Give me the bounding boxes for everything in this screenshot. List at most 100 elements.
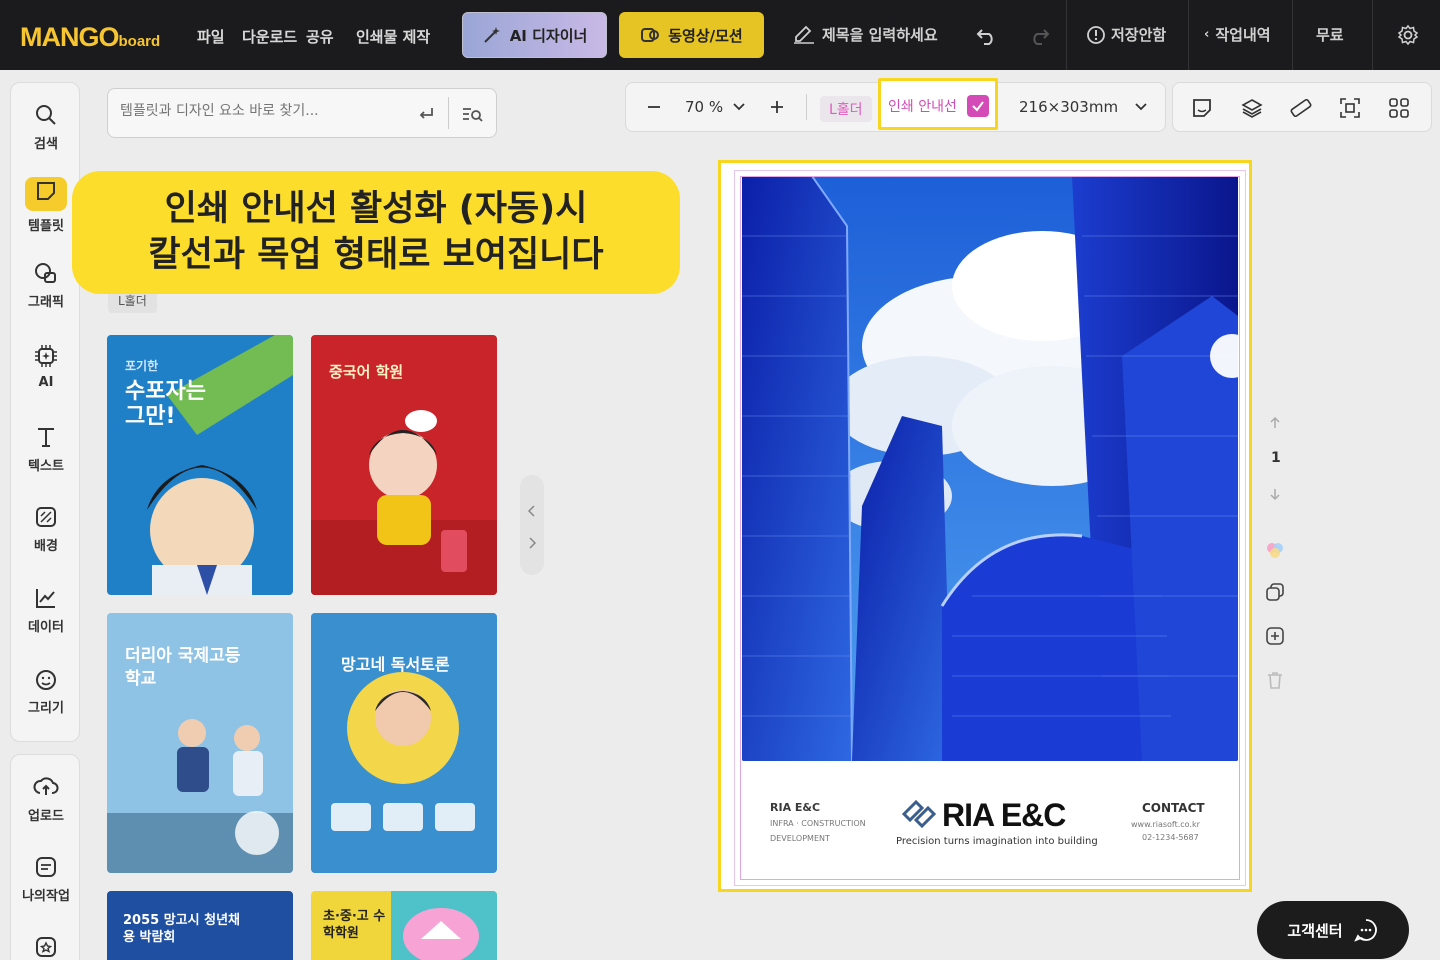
ai-designer-label: AI 디자이너: [509, 26, 588, 45]
sidebar-label: 텍스트: [28, 459, 64, 474]
chevron-down-icon[interactable]: [1134, 100, 1148, 114]
template-card[interactable]: 포기한 수포자는 그만!: [107, 335, 293, 595]
arrow-up-icon[interactable]: [1268, 416, 1282, 430]
template-title: 초·중·고 수학학원: [323, 909, 386, 941]
video-icon: [641, 28, 660, 42]
sidebar-item-background[interactable]: 배경: [11, 505, 81, 554]
template-page-icon[interactable]: [1191, 97, 1213, 119]
layers-icon[interactable]: [1241, 97, 1263, 119]
callout-line-1: 인쇄 안내선 활성화 (자동)시: [164, 189, 588, 229]
menu-download[interactable]: 다운로드: [242, 26, 297, 47]
customer-support-button[interactable]: 고객센터: [1257, 901, 1409, 959]
save-status[interactable]: 저장안함: [1087, 24, 1166, 45]
text-icon: [38, 428, 54, 447]
chevron-left-icon: ‹: [1204, 27, 1210, 42]
page-size-select[interactable]: 216×303mm: [1019, 98, 1118, 116]
title-input[interactable]: 제목을 입력하세요: [792, 24, 938, 45]
lholder-tag[interactable]: L홀더: [820, 96, 872, 122]
chart-icon: [36, 589, 55, 608]
video-motion-button[interactable]: 동영상/모션: [619, 12, 764, 58]
template-card[interactable]: 2055 망고시 청년채용 박람회: [107, 891, 293, 960]
info-circle-icon: [1087, 25, 1105, 44]
template-title: 망고네 독서토론: [341, 655, 450, 674]
top-bar: MANGOboard 파일 다운로드 공유 인쇄물 제작 AI 디자이너 동영상…: [0, 0, 1440, 70]
zoom-out-icon[interactable]: [645, 98, 663, 116]
sidebar-label: 나의작업: [22, 889, 70, 904]
sidebar-item-draw[interactable]: 그리기: [11, 667, 81, 716]
feature-callout: 인쇄 안내선 활성화 (자동)시 칼선과 목업 형태로 보여집니다: [72, 171, 680, 294]
sidebar-label: 검색: [34, 137, 58, 152]
ai-chip-icon: [35, 345, 57, 367]
panel-collapse-handle[interactable]: [520, 475, 544, 575]
left-sidebar: 검색 템플릿 그래픽 AI 텍스트 배경 데이터 그리기: [10, 82, 80, 742]
chevron-down-icon[interactable]: [732, 100, 746, 114]
template-card[interactable]: 초·중·고 수학학원: [311, 891, 497, 960]
sidebar-label: AI: [38, 375, 54, 390]
ruler-icon[interactable]: [1289, 97, 1313, 119]
duplicate-page-icon[interactable]: [1265, 582, 1285, 602]
sidebar-item-text[interactable]: 텍스트: [11, 425, 81, 474]
sidebar-item-mywork[interactable]: 나의작업: [11, 855, 81, 904]
fit-screen-icon[interactable]: [1339, 97, 1361, 119]
canvas-tools: [1172, 82, 1432, 132]
redo-icon[interactable]: [1028, 24, 1050, 46]
zoom-in-icon[interactable]: [768, 98, 786, 116]
sidebar-item-ai[interactable]: AI: [11, 343, 81, 390]
template-search-box[interactable]: [107, 88, 497, 138]
template-icon: [37, 182, 55, 200]
sidebar-item-upload[interactable]: 업로드: [11, 775, 81, 824]
search-icon: [36, 105, 56, 125]
zoom-level[interactable]: 70 %: [685, 98, 723, 116]
background-icon: [36, 507, 56, 527]
title-placeholder: 제목을 입력하세요: [822, 26, 938, 44]
bleed-guide: [734, 170, 1246, 886]
left-sidebar-bottom: 업로드 나의작업: [10, 754, 80, 960]
gear-icon[interactable]: [1397, 24, 1419, 46]
template-title: 수포자는 그만!: [125, 379, 206, 430]
video-motion-label: 동영상/모션: [668, 26, 743, 45]
filter-search-icon[interactable]: [461, 104, 483, 124]
sidebar-label: 데이터: [28, 620, 64, 635]
chevron-right-icon[interactable]: [527, 537, 537, 549]
template-thumbnail-art: [147, 335, 293, 595]
check-icon: [972, 101, 984, 112]
edit-icon: [794, 25, 814, 44]
magic-wand-icon: [483, 27, 500, 43]
template-card[interactable]: 망고네 독서토론: [311, 613, 497, 873]
sidebar-label: 업로드: [28, 809, 64, 824]
sidebar-item-search[interactable]: 검색: [11, 103, 81, 152]
template-card[interactable]: 중국어 학원: [311, 335, 497, 595]
history-label: 작업내역: [1215, 26, 1271, 44]
undo-icon[interactable]: [976, 24, 998, 46]
menu-file[interactable]: 파일: [197, 26, 225, 47]
add-page-icon[interactable]: [1265, 626, 1285, 646]
sidebar-item-template[interactable]: 템플릿: [11, 177, 81, 234]
trash-icon[interactable]: [1265, 670, 1285, 690]
ai-designer-button[interactable]: AI 디자이너: [462, 12, 607, 58]
menu-print[interactable]: 인쇄물 제작: [356, 26, 430, 47]
plan-badge[interactable]: 무료: [1316, 24, 1344, 45]
callout-line-2: 칼선과 목업 형태로 보여집니다: [148, 234, 604, 275]
draw-icon: [36, 670, 56, 690]
sidebar-item-data[interactable]: 데이터: [11, 586, 81, 635]
template-title: 중국어 학원: [329, 363, 404, 381]
menu-share[interactable]: 공유: [306, 26, 334, 47]
grid-view-icon[interactable]: [1388, 97, 1410, 119]
chevron-left-icon[interactable]: [527, 505, 537, 517]
save-status-label: 저장안함: [1111, 26, 1167, 44]
sidebar-label: 그래픽: [28, 295, 64, 310]
template-search-input[interactable]: [120, 103, 410, 119]
template-tag: 포기한: [125, 359, 159, 373]
history-button[interactable]: ‹ 작업내역: [1204, 24, 1271, 45]
color-palette-icon[interactable]: [1264, 540, 1286, 560]
star-folder-icon[interactable]: [34, 935, 58, 959]
arrow-down-icon[interactable]: [1268, 487, 1282, 501]
app-logo[interactable]: MANGOboard: [20, 22, 160, 53]
chat-bubble-icon: [1353, 919, 1377, 942]
upload-icon: [33, 777, 59, 795]
enter-icon[interactable]: [416, 104, 436, 124]
print-guide-checkbox[interactable]: [967, 95, 989, 117]
template-card[interactable]: 더리아 국제고등학교: [107, 613, 293, 873]
sidebar-label: 배경: [34, 539, 58, 554]
sidebar-item-graphic[interactable]: 그래픽: [11, 261, 81, 310]
